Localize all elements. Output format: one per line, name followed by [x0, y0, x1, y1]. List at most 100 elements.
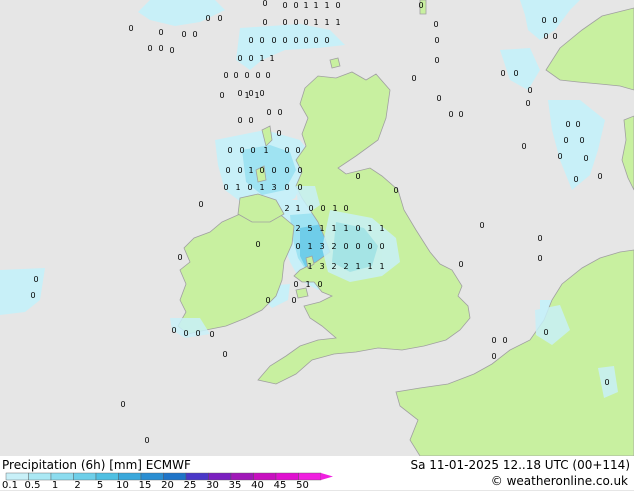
precip-value-label: 1 [263, 146, 268, 155]
precip-value-label: 0 [222, 350, 227, 359]
precip-value-label: 2 [295, 224, 300, 233]
precip-value-label: 0 [293, 280, 298, 289]
precip-value-label: 0 [355, 224, 360, 233]
precip-value-label: 0 [303, 36, 308, 45]
precip-value-label: 0 [579, 136, 584, 145]
precip-value-label: 2 [331, 242, 336, 251]
precip-value-label: 0 [557, 152, 562, 161]
precip-value-label: 1 [259, 54, 264, 63]
precip-value-label: 0 [293, 1, 298, 10]
precip-value-label: 0 [233, 71, 238, 80]
precip-value-label: 2 [343, 262, 348, 271]
precip-value-label: 1 [307, 242, 312, 251]
precip-value-label: 0 [177, 253, 182, 262]
precip-value-label: 0 [291, 296, 296, 305]
precip-value-label: 1 [331, 224, 336, 233]
precip-value-label: 0 [448, 110, 453, 119]
precip-value-label: 1 [295, 204, 300, 213]
precip-value-label: 0 [237, 116, 242, 125]
precip-value-label: 1 [379, 224, 384, 233]
precip-value-label: 0 [502, 336, 507, 345]
map-title: Precipitation (6h) [mm] ECMWF [2, 458, 191, 472]
color-scale-segment [50, 472, 74, 481]
precip-value-label: 0 [525, 99, 530, 108]
precip-value-label: 0 [320, 204, 325, 213]
precip-value-label: 0 [543, 328, 548, 337]
precip-value-label: 0 [144, 436, 149, 445]
precip-value-label: 0 [198, 200, 203, 209]
precip-value-label: 0 [563, 136, 568, 145]
precip-value-label: 1 [305, 280, 310, 289]
site-credit[interactable]: © weatheronline.co.uk [491, 474, 628, 488]
precip-value-label: 0 [158, 44, 163, 53]
color-scale-segment [253, 472, 277, 481]
precip-value-label: 0 [248, 36, 253, 45]
precip-value-label: 0 [324, 36, 329, 45]
precip-value-label: 2 [284, 204, 289, 213]
color-scale-arrow [321, 473, 333, 480]
precip-value-label: 1 [324, 18, 329, 27]
precip-value-label: 0 [552, 32, 557, 41]
precip-value-label: 1 [269, 54, 274, 63]
precip-value-label: 1 [355, 262, 360, 271]
precip-value-label: 0 [247, 183, 252, 192]
precip-value-label: 0 [433, 20, 438, 29]
precip-value-label: 1 [303, 1, 308, 10]
precip-value-label: 0 [434, 36, 439, 45]
precip-value-label: 1 [367, 224, 372, 233]
precip-value-label: 0 [434, 56, 439, 65]
precip-value-label: 0 [276, 129, 281, 138]
color-scale-segment [275, 472, 299, 481]
precip-value-label: 0 [293, 36, 298, 45]
precip-value-label: 0 [282, 36, 287, 45]
precip-value-label: 0 [262, 0, 267, 8]
precip-value-label: 0 [604, 378, 609, 387]
precip-value-label: 1 [254, 91, 259, 100]
precip-value-label: 0 [255, 71, 260, 80]
color-scale-segment [73, 472, 97, 481]
color-scale-segment [230, 472, 254, 481]
precip-value-label: 0 [491, 352, 496, 361]
precip-value-label: 0 [284, 166, 289, 175]
precip-value-label: 0 [583, 154, 588, 163]
precip-value-label: 0 [297, 166, 302, 175]
precip-value-label: 0 [147, 44, 152, 53]
precip-value-label: 0 [33, 275, 38, 284]
precip-value-label: 0 [565, 120, 570, 129]
precipitation-map: 0001110000000111000000000000000001100000… [0, 0, 634, 456]
precip-value-label: 0 [248, 116, 253, 125]
precip-value-label: 0 [317, 280, 322, 289]
anglesey [295, 287, 309, 299]
precip-value-label: 0 [313, 36, 318, 45]
precip-value-label: 0 [181, 30, 186, 39]
precip-value-label: 0 [458, 110, 463, 119]
color-scale-segment [298, 472, 322, 481]
precip-value-label: 0 [491, 336, 496, 345]
precip-value-label: 3 [271, 183, 276, 192]
precip-value-label: 1 [307, 262, 312, 271]
precip-value-label: 0 [259, 89, 264, 98]
precip-value-label: 0 [255, 240, 260, 249]
precip-value-label: 0 [120, 400, 125, 409]
precip-value-label: 2 [331, 262, 336, 271]
precip-value-label: 1 [244, 91, 249, 100]
precip-value-label: 1 [319, 224, 324, 233]
precip-value-label: 0 [411, 74, 416, 83]
precip-value-label: 0 [552, 16, 557, 25]
precip-value-label: 0 [169, 46, 174, 55]
precip-value-label: 0 [271, 166, 276, 175]
forecast-datetime: Sa 11-01-2025 12..18 UTC (00+114) [410, 458, 630, 472]
precip-value-label: 0 [282, 1, 287, 10]
precip-value-label: 0 [521, 142, 526, 151]
precip-value-label: 0 [209, 330, 214, 339]
precip-value-label: 0 [219, 91, 224, 100]
color-scale-segment [185, 472, 209, 481]
precip-value-label: 0 [217, 14, 222, 23]
precip-value-label: 1 [335, 18, 340, 27]
precip-value-label: 0 [537, 254, 542, 263]
precip-value-label: 1 [313, 1, 318, 10]
precip-value-label: 0 [225, 166, 230, 175]
precip-value-label: 0 [271, 36, 276, 45]
precip-value-label: 0 [259, 166, 264, 175]
precip-value-label: 0 [171, 326, 176, 335]
